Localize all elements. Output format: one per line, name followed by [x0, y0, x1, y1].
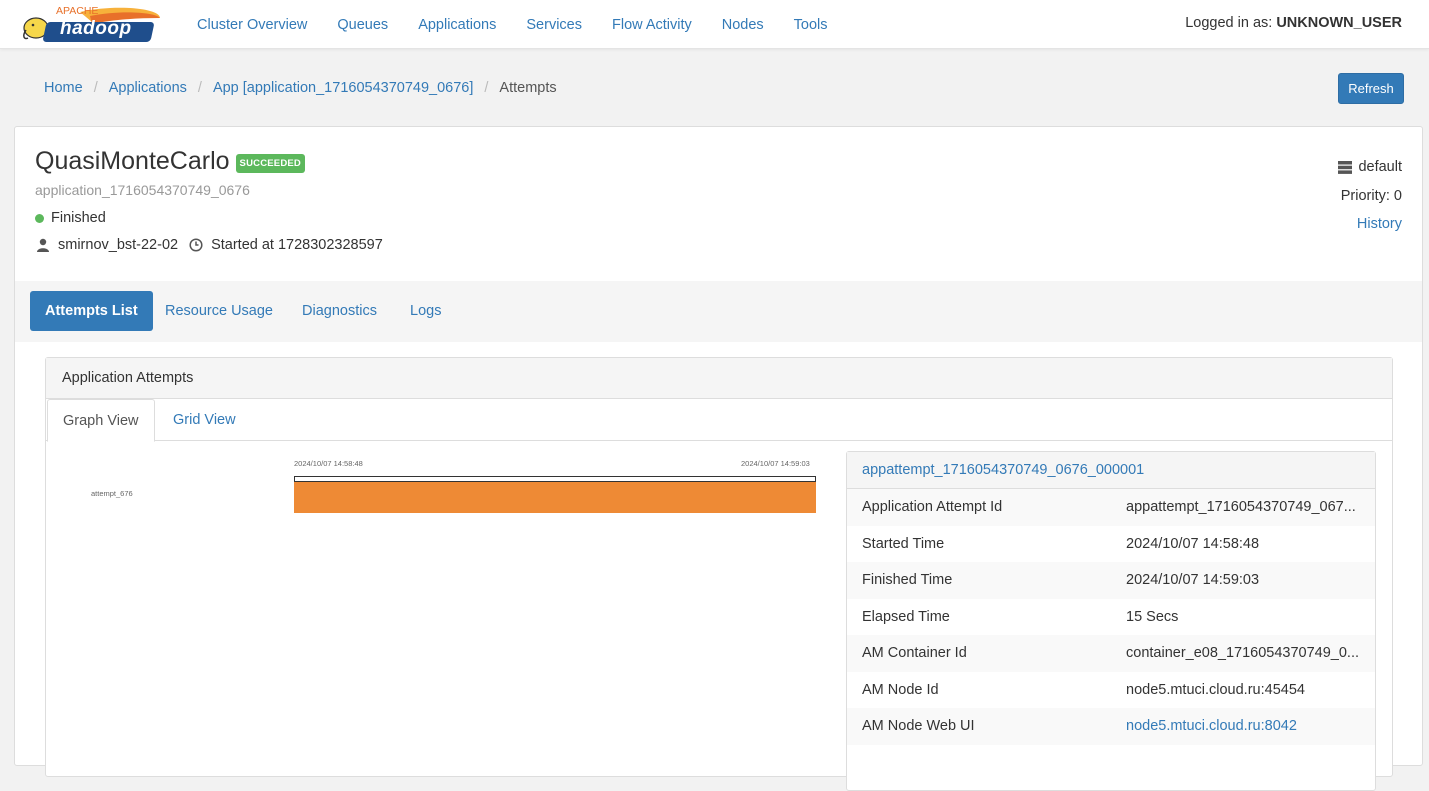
breadcrumb-current: Attempts — [499, 80, 557, 96]
view-subtabs: Graph View Grid View — [46, 399, 1392, 442]
timeline-row-label: attempt_676 — [91, 489, 133, 498]
detail-key: AM Node Id — [862, 681, 939, 698]
clock-icon — [188, 237, 204, 253]
status-badge: SUCCEEDED — [235, 154, 305, 173]
nav-tools[interactable]: Tools — [794, 17, 828, 33]
detail-key: Elapsed Time — [862, 608, 950, 625]
detail-value: 2024/10/07 14:58:48 — [1126, 535, 1260, 552]
breadcrumb: Home / Applications / App [application_1… — [44, 80, 557, 96]
hadoop-logo[interactable]: APACHE hadoop — [20, 5, 165, 46]
top-navbar: APACHE hadoop Cluster Overview Queues Ap… — [0, 0, 1429, 49]
breadcrumb-separator: / — [484, 80, 489, 96]
timeline-start-label: 2024/10/07 14:58:48 — [294, 459, 363, 468]
app-status-text: Finished — [51, 210, 106, 226]
subtab-graph-view[interactable]: Graph View — [47, 399, 155, 442]
queue-name: default — [1358, 159, 1402, 175]
nav-nodes[interactable]: Nodes — [722, 17, 764, 33]
detail-key: AM Node Web UI — [862, 718, 975, 735]
tab-diagnostics[interactable]: Diagnostics — [287, 291, 392, 331]
breadcrumb-home[interactable]: Home — [44, 80, 83, 96]
breadcrumb-app[interactable]: App [application_1716054370749_0676] — [213, 80, 473, 96]
detail-value: 2024/10/07 14:59:03 — [1126, 572, 1260, 589]
breadcrumb-separator: / — [197, 80, 202, 96]
am-node-web-ui-link[interactable]: node5.mtuci.cloud.ru:8042 — [1126, 718, 1360, 734]
attempt-id-link[interactable]: appattempt_1716054370749_0676_000001 — [862, 462, 1144, 478]
app-tabs: Attempts List Resource Usage Diagnostics… — [15, 281, 1422, 342]
subtab-grid-view[interactable]: Grid View — [158, 399, 251, 441]
login-prefix: Logged in as: — [1185, 15, 1273, 31]
attempts-timeline: 2024/10/07 14:58:48 2024/10/07 14:59:03 … — [46, 442, 836, 762]
detail-value: 15 Secs — [1126, 608, 1179, 625]
detail-row: AM Container Id container_e08_1716054370… — [847, 635, 1375, 672]
nav-applications[interactable]: Applications — [418, 17, 496, 33]
nav-queues[interactable]: Queues — [337, 17, 388, 33]
detail-key: AM Container Id — [862, 645, 967, 662]
server-icon — [1338, 160, 1353, 174]
logo-hadoop-text: hadoop — [60, 18, 132, 39]
logo-apache-text: APACHE — [56, 5, 99, 17]
detail-key: Started Time — [862, 535, 945, 552]
detail-value: appattempt_1716054370749_067... — [1126, 499, 1356, 516]
app-title-row: QuasiMonteCarlo SUCCEEDED — [35, 147, 305, 176]
detail-row: Started Time 2024/10/07 14:58:48 — [847, 526, 1375, 563]
user-icon — [35, 237, 51, 253]
attempts-panel: Application Attempts Graph View Grid Vie… — [45, 357, 1393, 791]
app-status: Finished — [35, 210, 106, 226]
breadcrumb-applications[interactable]: Applications — [109, 80, 187, 96]
login-user: UNKNOWN_USER — [1276, 15, 1402, 31]
tab-attempts-list[interactable]: Attempts List — [30, 291, 153, 331]
app-panel: QuasiMonteCarlo SUCCEEDED application_17… — [14, 126, 1423, 791]
detail-value: container_e08_1716054370749_0... — [1126, 645, 1360, 662]
detail-value: node5.mtuci.cloud.ru:45454 — [1126, 681, 1305, 698]
app-right-meta: default Priority: 0 History — [1338, 153, 1402, 239]
attempts-panel-title: Application Attempts — [46, 358, 1392, 399]
nav-cluster-overview[interactable]: Cluster Overview — [197, 17, 307, 33]
detail-row: AM Node Web UI node5.mtuci.cloud.ru:8042 — [847, 708, 1375, 745]
app-meta: smirnov_bst-22-02 Started at 17283023285… — [35, 237, 383, 253]
detail-row: Finished Time 2024/10/07 14:59:03 — [847, 562, 1375, 599]
detail-row: Application Attempt Id appattempt_171605… — [847, 489, 1375, 526]
app-name: QuasiMonteCarlo — [35, 147, 230, 175]
attempt-detail-rows: Application Attempt Id appattempt_171605… — [847, 489, 1375, 745]
nav-flow-activity[interactable]: Flow Activity — [612, 17, 692, 33]
queue-info: default — [1338, 153, 1402, 182]
breadcrumb-separator: / — [93, 80, 98, 96]
priority: Priority: 0 — [1340, 187, 1402, 204]
tab-resource-usage[interactable]: Resource Usage — [150, 291, 288, 331]
detail-key: Application Attempt Id — [862, 499, 1003, 516]
status-dot-icon — [35, 213, 44, 223]
app-started: Started at 1728302328597 — [211, 237, 383, 253]
detail-row: Elapsed Time 15 Secs — [847, 599, 1375, 636]
detail-key: Finished Time — [862, 572, 953, 589]
history-link[interactable]: History — [1357, 216, 1402, 232]
app-user: smirnov_bst-22-02 — [58, 237, 179, 253]
refresh-button[interactable]: Refresh — [1338, 73, 1404, 104]
login-status: Logged in as: UNKNOWN_USER — [1185, 15, 1402, 31]
tab-logs[interactable]: Logs — [395, 291, 456, 331]
detail-row: AM Node Id node5.mtuci.cloud.ru:45454 — [847, 672, 1375, 709]
attempt-bar[interactable] — [294, 482, 816, 513]
timeline-end-label: 2024/10/07 14:59:03 — [741, 459, 810, 468]
app-id: application_1716054370749_0676 — [35, 182, 250, 198]
nav-services[interactable]: Services — [526, 17, 582, 33]
main-nav: Cluster Overview Queues Applications Ser… — [197, 0, 858, 49]
attempt-detail-card: appattempt_1716054370749_0676_000001 App… — [846, 451, 1376, 791]
